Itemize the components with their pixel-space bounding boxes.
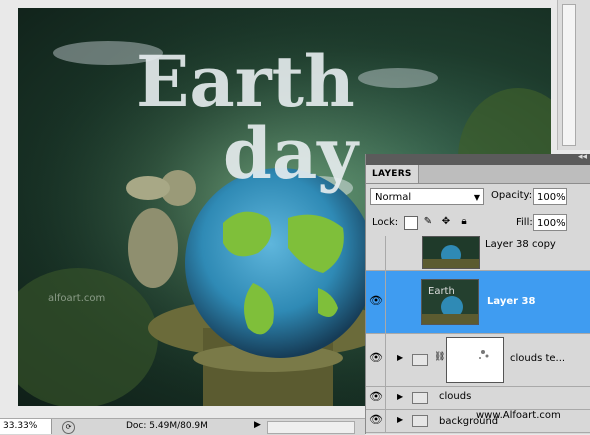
blend-mode-value: Normal (375, 192, 412, 203)
lock-row: Lock: ✎ ✥ 🔒︎ Fill: 100% (370, 214, 590, 234)
folder-icon (412, 392, 428, 404)
svg-text:Earth: Earth (428, 286, 455, 297)
visibility-toggle[interactable]: 👁︎ (366, 387, 386, 409)
horizontal-scrollbar[interactable] (267, 421, 355, 434)
layer-row[interactable]: 👁︎ ▶ ⛓ clouds te... (366, 334, 590, 387)
triangle-right-icon[interactable]: ▶ (397, 392, 403, 401)
layer-mask-thumbnail (446, 337, 504, 383)
tab-layers[interactable]: LAYERS (366, 165, 419, 183)
collapse-icon[interactable]: ◂◂ (578, 152, 587, 162)
status-bar: 33.33% ⟳ Doc: 5.49M/80.9M ▶ (0, 418, 365, 435)
panel-titlebar[interactable]: ◂◂ (366, 152, 590, 165)
layer-name: Layer 38 copy (485, 239, 556, 250)
panel-tabs: LAYERS (366, 165, 590, 184)
lock-transparency-icon[interactable] (404, 216, 418, 230)
lock-icon[interactable]: 🔒︎ (458, 216, 470, 228)
site-watermark: www.Alfoart.com (476, 410, 561, 421)
scrollbar-thumb[interactable] (562, 4, 576, 146)
artwork-title-line2: day (223, 112, 360, 195)
fill-input[interactable]: 100% (533, 214, 567, 231)
layer-row-selected[interactable]: 👁︎ Earth Layer 38 (366, 271, 590, 334)
eye-icon: 👁︎ (369, 390, 383, 403)
chain-icon: ⛓ (434, 352, 446, 362)
triangle-right-icon[interactable]: ▶ (397, 353, 403, 362)
layer-name: clouds te... (510, 353, 566, 364)
opacity-input[interactable]: 100% (533, 188, 567, 205)
zoom-field[interactable]: 33.33% (0, 419, 52, 434)
folder-icon (412, 354, 428, 366)
eye-icon: 👁︎ (369, 351, 383, 364)
chevron-down-icon: ▼ (473, 193, 480, 202)
doc-size-info: Doc: 5.49M/80.9M (126, 421, 208, 431)
navigator-icon[interactable]: ⟳ (62, 421, 75, 434)
blend-mode-select[interactable]: Normal ▼ (370, 188, 484, 205)
blend-row: Normal ▼ Opacity: 100% (370, 188, 590, 208)
layer-thumbnail (422, 236, 480, 269)
layer-row[interactable]: 👁︎ ▶ clouds (366, 387, 590, 410)
brush-icon[interactable]: ✎ (422, 216, 434, 228)
eye-icon: 👁︎ (369, 294, 383, 307)
layers-panel: ◂◂ LAYERS Normal ▼ Opacity: 100% Lock: ✎… (365, 152, 590, 434)
visibility-toggle[interactable]: 👁︎ (366, 410, 386, 432)
visibility-toggle[interactable] (366, 236, 386, 270)
fill-label: Fill: (516, 217, 533, 228)
layer-name: clouds (439, 391, 472, 402)
opacity-label: Opacity: (491, 190, 533, 201)
layer-row[interactable]: Layer 38 copy (366, 236, 590, 271)
vertical-scrollbar[interactable] (557, 0, 590, 150)
eye-icon: 👁︎ (369, 413, 383, 426)
artwork-title-line1: Earth (136, 40, 355, 123)
move-icon[interactable]: ✥ (440, 216, 452, 228)
artwork-watermark: alfoart.com (48, 293, 105, 304)
status-menu-arrow-icon[interactable]: ▶ (254, 420, 261, 430)
layer-thumbnail: Earth (421, 279, 479, 325)
triangle-right-icon[interactable]: ▶ (397, 415, 403, 424)
visibility-toggle[interactable]: 👁︎ (366, 271, 386, 333)
folder-icon (412, 415, 428, 427)
lock-label: Lock: (372, 217, 399, 228)
layer-name: Layer 38 (487, 296, 536, 307)
visibility-toggle[interactable]: 👁︎ (366, 334, 386, 386)
